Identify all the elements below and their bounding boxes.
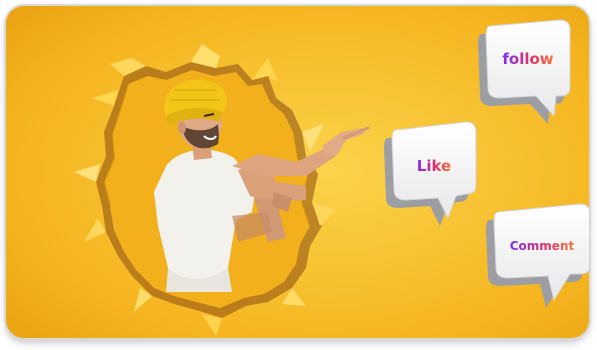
follow-label: follow (502, 50, 553, 68)
scene: follow Like Comment (6, 6, 589, 338)
comment-label: Comment (510, 239, 575, 253)
photo-frame: follow Like Comment (6, 6, 589, 338)
like-label: Like (417, 157, 451, 175)
